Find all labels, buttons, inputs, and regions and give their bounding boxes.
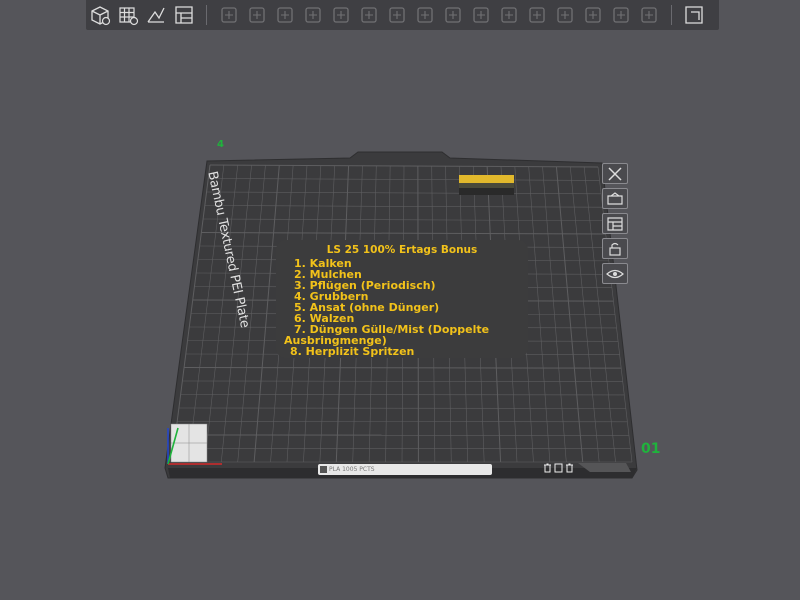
support-paint-icon[interactable] [497,3,521,27]
plate-settings-icon[interactable] [602,188,628,209]
trash-icon[interactable] [543,463,552,473]
boolean-icon[interactable] [469,3,493,27]
split-icon[interactable] [441,3,465,27]
square-icon[interactable] [554,463,563,473]
color-paint-icon[interactable] [553,3,577,27]
arrange-icon[interactable] [602,213,628,234]
auto-orient-icon[interactable] [144,3,168,27]
note-list: 1. Kalken 2. Mulchen 3. Pflügen (Periodisc… [284,258,520,358]
note-item: 8. Herplizit Spritzen [290,344,415,358]
plate-side-tools [602,163,632,284]
measure-icon[interactable] [581,3,605,27]
plate-filament-bar[interactable]: PLA 1005 PCTS [318,464,492,475]
plate-corner-mark: 4 [217,139,224,150]
move-icon[interactable] [301,3,325,27]
eye-icon[interactable] [602,263,628,284]
list-icon[interactable] [273,3,297,27]
view-toggle-icon[interactable] [682,3,706,27]
note-title: LS 25 100% Ertags Bonus [326,244,478,256]
rotate-icon[interactable] [329,3,353,27]
toolbar-separator [671,5,672,25]
toolbar-separator [206,5,207,25]
grid-plate-icon[interactable] [116,3,140,27]
cut-icon[interactable] [413,3,437,27]
plate-number: 01 [641,441,661,457]
add-cube-icon[interactable] [88,3,112,27]
text-icon[interactable] [609,3,633,27]
lay-on-face-icon[interactable] [385,3,409,27]
yellow-model [459,175,514,195]
assembly-icon[interactable] [637,3,661,27]
seam-paint-icon[interactable] [525,3,549,27]
grid-line [184,367,622,369]
filament-icon [320,466,327,473]
copy-icon[interactable] [217,3,241,27]
paste-icon[interactable] [245,3,269,27]
scale-icon[interactable] [357,3,381,27]
delete-icon[interactable] [565,463,574,473]
arrange-layout-icon[interactable] [172,3,196,27]
top-toolbar [86,0,719,30]
close-icon[interactable] [602,163,628,184]
text-note-model[interactable]: LS 25 100% Ertags Bonus 1. Kalken 2. Mulc… [276,240,528,358]
lock-icon[interactable] [602,238,628,259]
plate-bottom-icons [543,463,574,473]
filament-label: PLA 1005 PCTS [329,466,375,473]
